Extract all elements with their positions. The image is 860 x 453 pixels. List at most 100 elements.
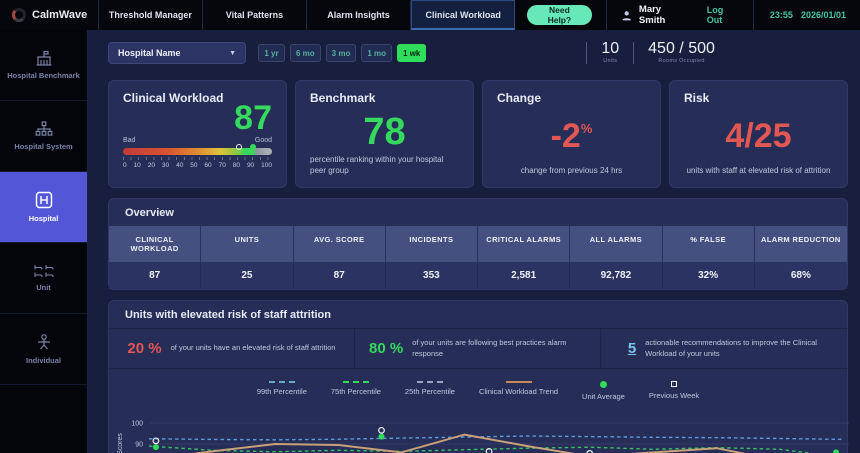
units-stat: 10 Units	[601, 41, 619, 65]
tab-threshold-manager[interactable]: Threshold Manager	[99, 0, 203, 30]
table-cell: 68%	[755, 262, 847, 289]
trend-chart-area: 1009080Provider Scores	[109, 409, 847, 453]
overview-panel: Overview Clinical Workload Units Avg. Sc…	[108, 198, 848, 290]
user-section: Mary Smith Log Out	[606, 0, 737, 30]
range-button-1yr[interactable]: 1 yr	[258, 44, 285, 62]
card-title: Change	[497, 91, 646, 105]
overview-title: Overview	[109, 199, 847, 226]
chart-legend: 99th Percentile 75th Percentile 25th Per…	[109, 369, 847, 409]
gauge-tick-labels: 0 10 20 30 40 50 60 70 80 90 100	[123, 162, 272, 169]
user-icon	[621, 9, 632, 22]
legend-item-25th-percentile: 25th Percentile	[405, 381, 455, 401]
legend-item-clinical-workload-trend: Clinical Workload Trend	[479, 381, 558, 401]
column-header: Clinical Workload	[109, 226, 201, 262]
sidebar-item-hospital[interactable]: Hospital	[0, 172, 87, 243]
sidebar-item-label: Individual	[26, 356, 61, 365]
clinical-workload-card: Clinical Workload 87 Bad Good	[108, 80, 287, 188]
date-label: 2026/01/01	[801, 10, 846, 20]
benchmark-card: Benchmark 78 percentile ranking within y…	[295, 80, 474, 188]
time-range-group: 1 yr 6 mo 3 mo 1 mo 1 wk	[258, 44, 426, 62]
column-header: Alarm Reduction	[755, 226, 847, 262]
column-header: Units	[201, 226, 293, 262]
stat-text: of your units have an elevated risk of s…	[171, 343, 336, 354]
workload-gauge: Bad Good 0 10 20 30 4	[123, 137, 272, 169]
svg-text:100: 100	[131, 421, 143, 428]
sidebar: Hospital Benchmark Hospital System Hospi…	[0, 30, 88, 453]
legend-swatch-square	[671, 381, 677, 387]
sidebar-item-label: Hospital Benchmark	[7, 71, 80, 80]
column-header: Critical Alarms	[478, 226, 570, 262]
user-name: Mary Smith	[639, 4, 684, 26]
gauge-track	[123, 148, 272, 155]
clock: 23:55 2026/01/01	[753, 0, 860, 30]
rooms-stat: 450 / 500 Rooms Occupied	[648, 41, 715, 65]
range-button-3mo[interactable]: 3 mo	[326, 44, 357, 62]
table-cell: 92,782	[570, 262, 662, 289]
table-cell: 87	[294, 262, 386, 289]
need-help-button[interactable]: Need Help?	[527, 5, 591, 25]
sidebar-item-label: Hospital	[29, 214, 59, 223]
column-header: All Alarms	[570, 226, 662, 262]
sidebar-item-unit[interactable]: Unit	[0, 243, 87, 314]
stat-value: 80 %	[369, 340, 403, 357]
hospital-system-icon	[35, 121, 53, 137]
hospital-stats: 10 Units 450 / 500 Rooms Occupied	[586, 41, 715, 65]
recommendations-link[interactable]: 5	[628, 340, 636, 357]
range-button-1wk[interactable]: 1 wk	[397, 44, 426, 62]
units-label: Units	[603, 59, 617, 65]
attrition-title: Units with elevated risk of staff attrit…	[109, 301, 847, 328]
tab-alarm-insights[interactable]: Alarm Insights	[307, 0, 411, 30]
log-out-link[interactable]: Log Out	[707, 5, 737, 25]
stat-text: of your units are following best practic…	[412, 338, 586, 359]
tab-clinical-workload[interactable]: Clinical Workload	[411, 0, 515, 30]
attrition-stats-row: 20 % of your units have an elevated risk…	[109, 328, 847, 369]
gauge-value-marker	[250, 144, 256, 150]
legend-swatch-solid-line	[506, 381, 532, 383]
divider	[586, 42, 587, 64]
rooms-value: 450 / 500	[648, 41, 715, 57]
risk-caption: units with staff at elevated risk of att…	[684, 166, 833, 177]
range-button-6mo[interactable]: 6 mo	[290, 44, 321, 62]
legend-swatch-dashed-line	[343, 381, 369, 383]
chevron-down-icon: ▼	[229, 50, 236, 57]
benchmark-score: 78	[310, 113, 459, 151]
attrition-stat-best-practices: 80 % of your units are following best pr…	[355, 329, 601, 368]
gauge-benchmark-marker	[236, 144, 242, 150]
logo[interactable]: CalmWave	[0, 0, 99, 30]
hospital-icon	[35, 191, 53, 209]
sidebar-item-individual[interactable]: Individual	[0, 314, 87, 385]
sidebar-item-label: Hospital System	[14, 142, 72, 151]
range-button-1mo[interactable]: 1 mo	[361, 44, 392, 62]
calmwave-app: CalmWave Threshold Manager Vital Pattern…	[0, 0, 860, 453]
attrition-panel: Units with elevated risk of staff attrit…	[108, 300, 848, 453]
units-value: 10	[601, 41, 619, 57]
gauge-ticks	[123, 157, 272, 160]
table-cell: 25	[201, 262, 293, 289]
sidebar-item-hospital-system[interactable]: Hospital System	[0, 101, 87, 172]
individual-person-icon	[35, 333, 53, 351]
logo-text: CalmWave	[32, 9, 87, 21]
percent-sign: %	[581, 121, 593, 136]
hospital-benchmark-icon	[35, 50, 53, 66]
hospital-name-select-value: Hospital Name	[118, 48, 181, 58]
divider	[633, 42, 634, 64]
kpi-cards-row: Clinical Workload 87 Bad Good	[108, 80, 848, 188]
stat-text: actionable recommendations to improve th…	[645, 338, 820, 359]
rooms-label: Rooms Occupied	[658, 59, 704, 65]
attrition-stat-recommendations: 5 actionable recommendations to improve …	[601, 329, 847, 368]
tab-vital-patterns[interactable]: Vital Patterns	[203, 0, 307, 30]
sidebar-item-hospital-benchmark[interactable]: Hospital Benchmark	[0, 30, 87, 101]
risk-value: 4/25	[684, 119, 833, 153]
svg-text:90: 90	[135, 442, 143, 449]
calmwave-logo-icon	[12, 8, 26, 22]
main-content: Hospital Name ▼ 1 yr 6 mo 3 mo 1 mo 1 wk…	[88, 30, 860, 453]
card-title: Risk	[684, 91, 833, 105]
hospital-name-select[interactable]: Hospital Name ▼	[108, 42, 246, 64]
gauge-bad-label: Bad	[123, 137, 135, 144]
sidebar-item-label: Unit	[36, 283, 51, 292]
legend-swatch-dot	[600, 381, 607, 388]
gauge-good-label: Good	[255, 137, 272, 144]
column-header: % False	[663, 226, 755, 262]
risk-card: Risk 4/25 units with staff at elevated r…	[669, 80, 848, 188]
clinical-workload-score: 87	[123, 101, 272, 135]
